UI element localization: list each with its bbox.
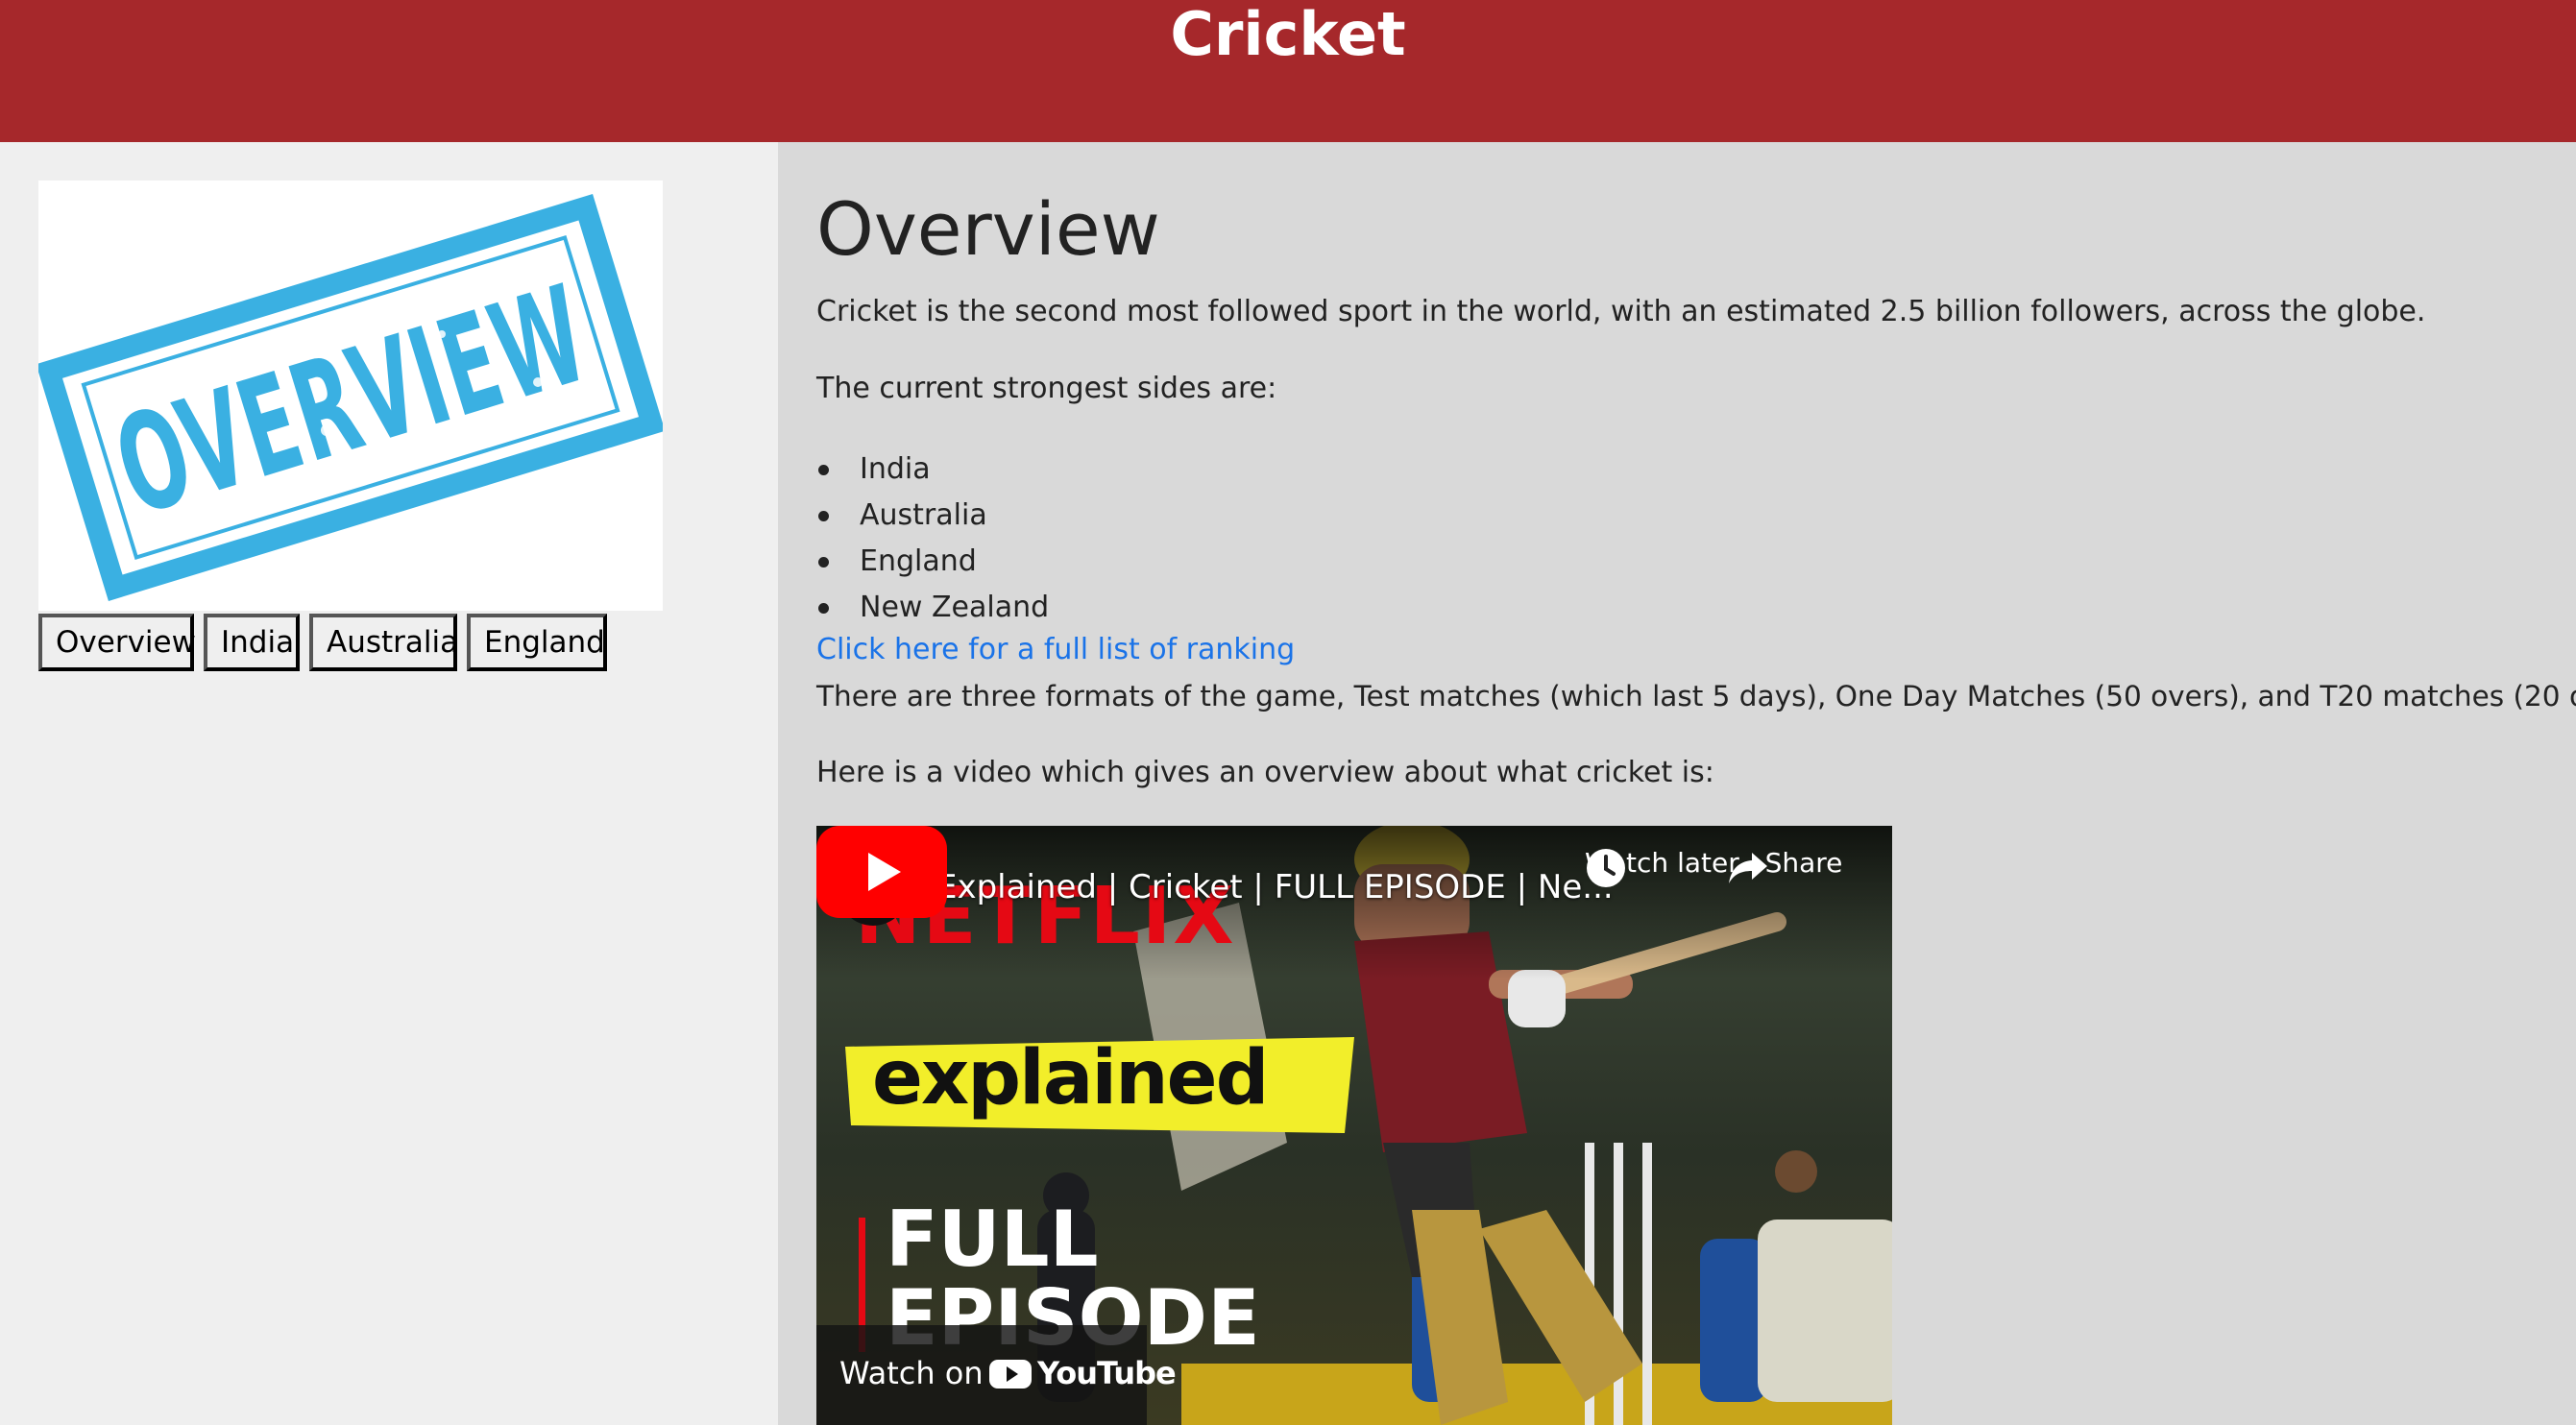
main-content: Overview Cricket is the second most foll… (778, 142, 2576, 1425)
team-name: New Zealand (860, 591, 1050, 624)
site-title: Cricket (1170, 0, 1406, 69)
video-embed[interactable]: NETFLIX explained FULL EPISODE N Explain… (816, 826, 1892, 1425)
nav-button-australia[interactable]: Australia (309, 614, 458, 671)
nav-button-overview[interactable]: Overview (38, 614, 196, 671)
watch-on-youtube-button[interactable]: Watch on YouTube (816, 1325, 1177, 1425)
nav-button-india[interactable]: India (204, 614, 300, 671)
sidebar: OVERVIEW Overview India Australia Englan… (0, 142, 778, 1425)
bullet-icon (818, 465, 829, 475)
full-episode-line1: FULL (886, 1195, 1099, 1284)
clock-icon (1587, 849, 1625, 887)
watch-later-button[interactable]: Watch later (1585, 847, 1739, 887)
team-list: India Australia England New Zealand (816, 447, 1049, 631)
youtube-logo-icon (989, 1360, 1032, 1389)
site-header: Cricket (0, 0, 2576, 142)
stamp-text: OVERVIEW (99, 256, 604, 546)
list-item: Australia (816, 493, 1049, 539)
overview-stamp-graphic: OVERVIEW (38, 194, 663, 601)
share-button[interactable]: Share (1727, 847, 1881, 883)
intro-paragraph: Cricket is the second most followed spor… (816, 295, 2426, 328)
list-item: New Zealand (816, 585, 1049, 631)
formats-paragraph: There are three formats of the game, Tes… (816, 680, 2576, 712)
share-arrow-icon (1729, 853, 1767, 883)
explained-title: explained (872, 1035, 1269, 1122)
team-name: England (860, 544, 977, 578)
youtube-wordmark: YouTube (1037, 1355, 1177, 1391)
list-item: England (816, 539, 1049, 585)
bullet-icon (818, 557, 829, 568)
list-item: India (816, 447, 1049, 493)
team-name: India (860, 452, 931, 486)
bullet-icon (818, 603, 829, 614)
strongest-sides-paragraph: The current strongest sides are: (816, 372, 1277, 405)
team-name: Australia (860, 498, 987, 532)
bullet-icon (818, 511, 829, 521)
play-button-icon[interactable] (816, 826, 947, 918)
page-heading: Overview (816, 186, 1160, 272)
section-nav: Overview India Australia England (38, 614, 607, 671)
nav-button-england[interactable]: England (467, 614, 607, 671)
video-title[interactable]: Explained | Cricket | FULL EPISODE | Ne.… (936, 866, 1614, 908)
watch-on-label: Watch on (839, 1355, 984, 1391)
video-intro-paragraph: Here is a video which gives an overview … (816, 756, 1714, 789)
ranking-link[interactable]: Click here for a full list of ranking (816, 631, 1295, 669)
overview-stamp-image: OVERVIEW (38, 181, 663, 611)
